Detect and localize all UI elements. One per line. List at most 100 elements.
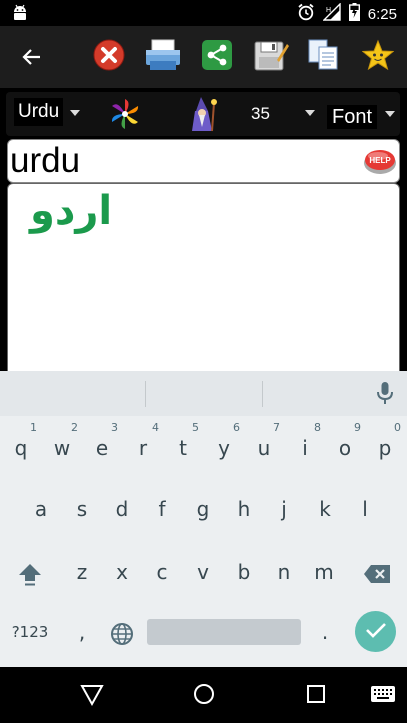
font-size-dropdown-arrow-icon[interactable]: [305, 110, 315, 116]
key-hint: 8: [314, 421, 321, 434]
key-label: u: [257, 436, 271, 460]
globe-icon: [110, 620, 134, 645]
key-h[interactable]: h: [224, 484, 264, 534]
key-label: w: [53, 436, 71, 460]
key-f[interactable]: f: [142, 484, 182, 534]
key-label: e: [95, 436, 109, 460]
color-picker-pinwheel-icon[interactable]: [108, 97, 142, 135]
font-dropdown-arrow-icon[interactable]: [385, 111, 395, 117]
save-icon: [253, 38, 289, 76]
key-comma[interactable]: ,: [62, 607, 102, 657]
key-i[interactable]: i8: [285, 421, 325, 473]
star-icon: [361, 39, 395, 75]
shift-key[interactable]: [10, 547, 50, 597]
key-label: t: [179, 436, 187, 460]
key-e[interactable]: e3: [82, 421, 122, 473]
microphone-icon[interactable]: [376, 381, 394, 409]
key-label: i: [302, 436, 308, 460]
clock-time: 6:25: [367, 5, 397, 23]
key-v[interactable]: v: [183, 547, 223, 597]
key-b[interactable]: b: [224, 547, 264, 597]
android-icon: [12, 4, 28, 26]
toolbar: [0, 26, 407, 88]
key-label: o: [338, 436, 352, 460]
help-label: HELP: [369, 156, 391, 165]
key-label: p: [378, 436, 392, 460]
suggestion-divider: [145, 381, 146, 407]
urdu-output-text: اردو: [30, 188, 113, 234]
font-size-value[interactable]: 35: [251, 104, 270, 124]
suggestion-strip[interactable]: [0, 371, 407, 416]
key-d[interactable]: d: [102, 484, 142, 534]
backspace-key[interactable]: [357, 547, 397, 597]
close-button[interactable]: [91, 39, 127, 75]
key-p[interactable]: p0: [365, 421, 405, 473]
enter-button[interactable]: [355, 611, 396, 652]
shift-icon: [17, 560, 43, 585]
copy-button[interactable]: [306, 39, 342, 75]
space-bar[interactable]: [147, 619, 301, 645]
keyboard-icon[interactable]: [371, 686, 395, 706]
key-c[interactable]: c: [142, 547, 182, 597]
key-r[interactable]: r4: [123, 421, 163, 473]
key-n[interactable]: n: [264, 547, 304, 597]
key-label: r: [138, 436, 148, 460]
backspace-icon: [363, 560, 391, 584]
back-arrow-icon[interactable]: [20, 45, 44, 73]
language-globe-key[interactable]: [102, 607, 142, 657]
print-button[interactable]: [145, 39, 181, 75]
key-label: q: [14, 436, 28, 460]
key-l[interactable]: l: [345, 484, 385, 534]
key-j[interactable]: j: [264, 484, 304, 534]
key-hint: 7: [273, 421, 280, 434]
key-a[interactable]: a: [21, 484, 61, 534]
save-button[interactable]: [253, 39, 289, 75]
key-hint: 2: [71, 421, 78, 434]
soft-keyboard: q1 w2 e3 r4 t5 y6 u7 i8 o9 p0 a s d f g …: [0, 371, 407, 667]
back-triangle-icon[interactable]: [80, 683, 104, 711]
key-t[interactable]: t5: [163, 421, 203, 473]
home-circle-icon[interactable]: [193, 683, 215, 709]
transliteration-input[interactable]: urdu HELP: [7, 139, 400, 183]
key-y[interactable]: y6: [204, 421, 244, 473]
status-bar: H 6:25: [0, 0, 407, 26]
suggestion-divider: [262, 381, 263, 407]
print-icon: [145, 39, 181, 75]
key-z[interactable]: z: [62, 547, 102, 597]
options-bar: Urdu 35 Font: [6, 92, 400, 136]
key-g[interactable]: g: [183, 484, 223, 534]
copy-icon: [307, 38, 341, 76]
recents-square-icon[interactable]: [306, 684, 326, 708]
key-hint: 4: [152, 421, 159, 434]
key-w[interactable]: w2: [42, 421, 82, 473]
key-hint: 0: [394, 421, 401, 434]
key-label: y: [218, 436, 230, 460]
key-o[interactable]: o9: [325, 421, 365, 473]
key-k[interactable]: k: [305, 484, 345, 534]
key-x[interactable]: x: [102, 547, 142, 597]
key-u[interactable]: u7: [244, 421, 284, 473]
favorite-button[interactable]: [360, 39, 396, 75]
svg-text:H: H: [326, 7, 331, 14]
share-button[interactable]: [199, 39, 235, 75]
output-text-area[interactable]: اردو: [7, 183, 400, 383]
input-text[interactable]: urdu: [10, 140, 80, 182]
symbols-key[interactable]: ?123: [10, 607, 50, 657]
share-icon: [201, 39, 233, 75]
language-dropdown-arrow-icon[interactable]: [70, 110, 80, 116]
key-hint: 3: [111, 421, 118, 434]
navigation-bar: [0, 669, 407, 723]
checkmark-icon: [365, 621, 387, 643]
key-hint: 6: [233, 421, 240, 434]
key-hint: 9: [354, 421, 361, 434]
key-m[interactable]: m: [304, 547, 344, 597]
font-select[interactable]: Font: [327, 105, 378, 129]
wizard-icon[interactable]: [186, 95, 220, 137]
key-s[interactable]: s: [62, 484, 102, 534]
key-period[interactable]: .: [305, 607, 345, 657]
key-q[interactable]: q1: [1, 421, 41, 473]
help-button[interactable]: HELP: [363, 146, 397, 176]
key-hint: 1: [30, 421, 37, 434]
battery-icon: [348, 3, 360, 25]
language-select[interactable]: Urdu: [14, 98, 64, 126]
